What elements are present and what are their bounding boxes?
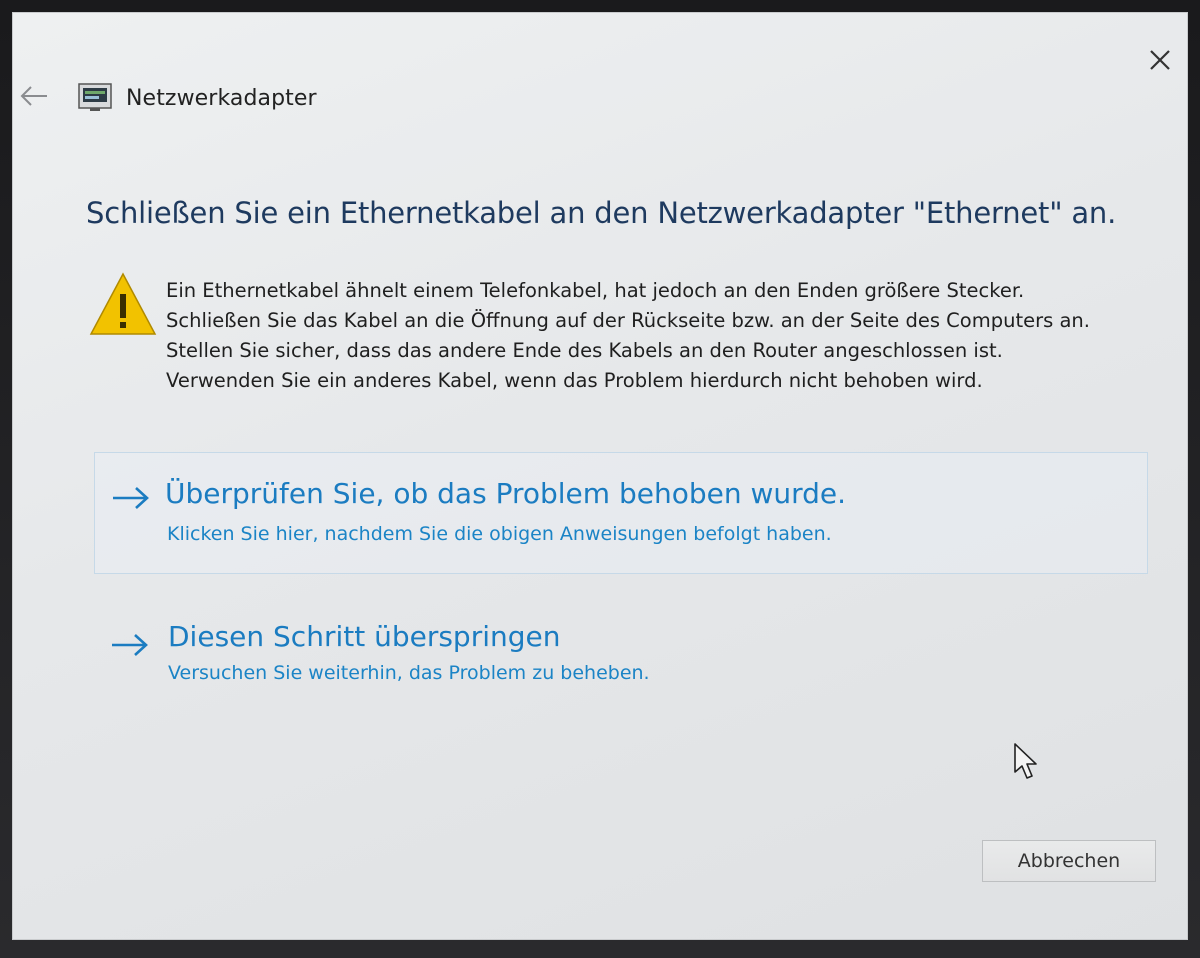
close-icon [1150, 50, 1170, 70]
option-subtitle: Versuchen Sie weiterhin, das Problem zu … [168, 662, 650, 684]
arrow-right-icon [113, 487, 149, 509]
instruction-line: Stellen Sie sicher, dass das andere Ende… [166, 339, 1003, 362]
option-title: Überprüfen Sie, ob das Problem behoben w… [165, 477, 847, 510]
network-adapter-icon [78, 83, 112, 111]
option-subtitle: Klicken Sie hier, nachdem Sie die obigen… [167, 523, 832, 545]
cancel-button[interactable]: Abbrechen [982, 840, 1156, 882]
warning-icon [89, 272, 157, 335]
arrow-right-icon [112, 634, 148, 656]
option-title: Diesen Schritt überspringen [168, 620, 561, 653]
instruction-line: Verwenden Sie ein anderes Kabel, wenn da… [166, 369, 983, 392]
window-title: Netzwerkadapter [126, 86, 317, 111]
instruction-line: Schließen Sie das Kabel an die Öffnung a… [166, 309, 1090, 332]
back-button[interactable] [14, 78, 54, 114]
arrow-left-icon [20, 86, 47, 106]
skip-step-option[interactable]: Diesen Schritt überspringen Versuchen Si… [94, 602, 1146, 702]
instructions-text: Ein Ethernetkabel ähnelt einem Telefonka… [166, 276, 1166, 396]
troubleshooter-dialog: Netzwerkadapter Schließen Sie ein Ethern… [12, 12, 1188, 940]
mouse-pointer-icon [1014, 743, 1037, 779]
check-problem-fixed-option[interactable]: Überprüfen Sie, ob das Problem behoben w… [94, 452, 1148, 574]
close-button[interactable] [1140, 40, 1180, 80]
screen-frame: Netzwerkadapter Schließen Sie ein Ethern… [0, 0, 1200, 958]
instruction-line: Ein Ethernetkabel ähnelt einem Telefonka… [166, 279, 1025, 302]
page-title: Schließen Sie ein Ethernetkabel an den N… [86, 196, 1117, 230]
